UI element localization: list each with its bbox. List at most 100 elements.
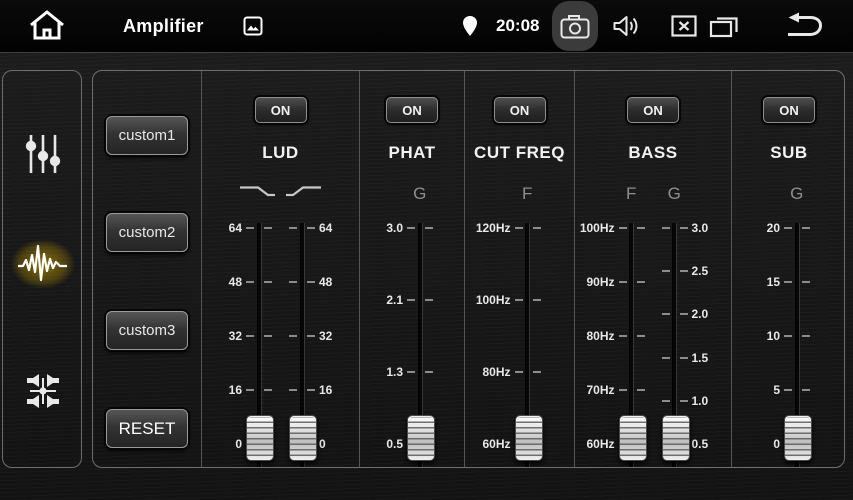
scale-tick — [802, 389, 810, 391]
scale-tick — [307, 389, 315, 391]
fader-range: 644832160 — [202, 228, 270, 444]
fader-param-label: G — [653, 184, 697, 204]
scale-tick — [680, 270, 688, 272]
fader-f: F120Hz100Hz80Hz60Hz — [471, 228, 539, 444]
scale-tick — [533, 371, 541, 373]
preset-button-custom3[interactable]: custom3 — [106, 311, 188, 350]
scale-label: 32 — [200, 329, 242, 343]
mode-sidebar — [2, 70, 82, 468]
scale-tick — [619, 227, 627, 229]
preset-button-custom2[interactable]: custom2 — [106, 213, 188, 252]
scale-tick — [264, 281, 272, 283]
preset-button-custom1[interactable]: custom1 — [106, 116, 188, 155]
scale-label: 0 — [738, 437, 780, 451]
scale-tick — [515, 227, 523, 229]
scale-tick — [662, 270, 670, 272]
scale-tick — [680, 313, 688, 315]
fader-handle[interactable] — [619, 415, 647, 461]
fader-param-label: F — [506, 184, 550, 204]
scale-tick — [264, 227, 272, 229]
fader-g: G3.02.11.30.5 — [363, 228, 431, 444]
column-phat: ONPHATG3.02.11.30.5 — [359, 71, 464, 467]
scale-tick — [289, 335, 297, 337]
scale-tick — [637, 227, 645, 229]
scale-label: 48 — [200, 275, 242, 289]
scale-label: 10 — [738, 329, 780, 343]
scale-tick — [289, 281, 297, 283]
fader-param-label: G — [398, 184, 442, 204]
fader-handle[interactable] — [784, 415, 812, 461]
fader-group: G3.02.11.30.5 — [360, 228, 464, 444]
scale-tick — [307, 281, 315, 283]
column-lud: ONLUD644832160644832160 — [201, 71, 359, 467]
scale-tick — [533, 227, 541, 229]
scale-label: 20 — [738, 221, 780, 235]
fader-f: F100Hz90Hz80Hz70Hz60Hz — [575, 228, 643, 444]
scale-tick — [802, 227, 810, 229]
home-icon[interactable] — [28, 0, 66, 52]
back-icon[interactable] — [784, 0, 824, 52]
scale-label: 100Hz — [469, 293, 511, 307]
scale-tick — [784, 281, 792, 283]
column-sub: ONSUBG20151050 — [731, 71, 845, 467]
on-button-phat[interactable]: ON — [386, 97, 438, 123]
recent-apps-icon[interactable] — [709, 0, 739, 52]
preset-button-reset[interactable]: RESET — [106, 409, 188, 448]
column-title: LUD — [202, 143, 359, 163]
scale-tick — [784, 335, 792, 337]
image-icon[interactable] — [243, 0, 263, 52]
scale-tick — [246, 335, 254, 337]
column-title: BASS — [575, 143, 731, 163]
scale-tick — [515, 299, 523, 301]
scale-tick — [802, 335, 810, 337]
scale-label: 64 — [200, 221, 242, 235]
camera-icon[interactable] — [560, 0, 590, 52]
scale-label: 0 — [319, 437, 361, 451]
scale-label: 2.1 — [361, 293, 403, 307]
volume-icon[interactable] — [612, 0, 640, 52]
column-cut-freq: ON CUT FREQ F120Hz100Hz80Hz60Hz — [464, 71, 574, 467]
fader-group: G20151050 — [732, 228, 845, 444]
equalizer-icon[interactable] — [3, 119, 83, 189]
scale-tick — [637, 389, 645, 391]
fader-handle[interactable] — [407, 415, 435, 461]
fader-handle[interactable] — [515, 415, 543, 461]
on-button-sub[interactable]: ON — [763, 97, 815, 123]
scale-label: 90Hz — [573, 275, 615, 289]
scale-tick — [662, 313, 670, 315]
scale-tick — [662, 227, 670, 229]
scale-label: 2.5 — [692, 264, 734, 278]
scale-label: 32 — [319, 329, 361, 343]
on-button-cut-freq[interactable]: ON — [494, 97, 546, 123]
fader-group: F100Hz90Hz80Hz70Hz60HzG3.02.52.01.51.00.… — [575, 228, 731, 444]
sound-effects-icon[interactable] — [3, 229, 83, 299]
column-title: CUT FREQ — [465, 143, 574, 163]
scale-tick — [662, 400, 670, 402]
fader-handle[interactable] — [662, 415, 690, 461]
scale-label: 60Hz — [469, 437, 511, 451]
fader-g: G20151050 — [740, 228, 808, 444]
fader-range: 644832160 — [291, 228, 359, 444]
fader-group: F120Hz100Hz80Hz60Hz — [465, 228, 574, 444]
fader-handle[interactable] — [246, 415, 274, 461]
clock: 20:08 — [496, 0, 539, 52]
scale-label: 5 — [738, 383, 780, 397]
scale-tick — [784, 389, 792, 391]
scale-label: 15 — [738, 275, 780, 289]
on-button-bass[interactable]: ON — [627, 97, 679, 123]
scale-label: 2.0 — [692, 307, 734, 321]
scale-tick — [637, 281, 645, 283]
scale-tick — [680, 400, 688, 402]
scale-tick — [802, 281, 810, 283]
scale-label: 16 — [200, 383, 242, 397]
top-status-bar: Amplifier 20:08 — [0, 0, 853, 53]
scale-tick — [407, 227, 415, 229]
close-window-icon[interactable] — [671, 0, 697, 52]
scale-label: 1.3 — [361, 365, 403, 379]
fader-group: 644832160644832160 — [202, 228, 359, 444]
fader-handle[interactable] — [289, 415, 317, 461]
speaker-balance-icon[interactable] — [3, 356, 83, 426]
scale-tick — [425, 227, 433, 229]
on-button-lud[interactable]: ON — [255, 97, 307, 123]
amplifier-panel: custom1custom2custom3RESET ONLUD64483216… — [92, 70, 845, 468]
